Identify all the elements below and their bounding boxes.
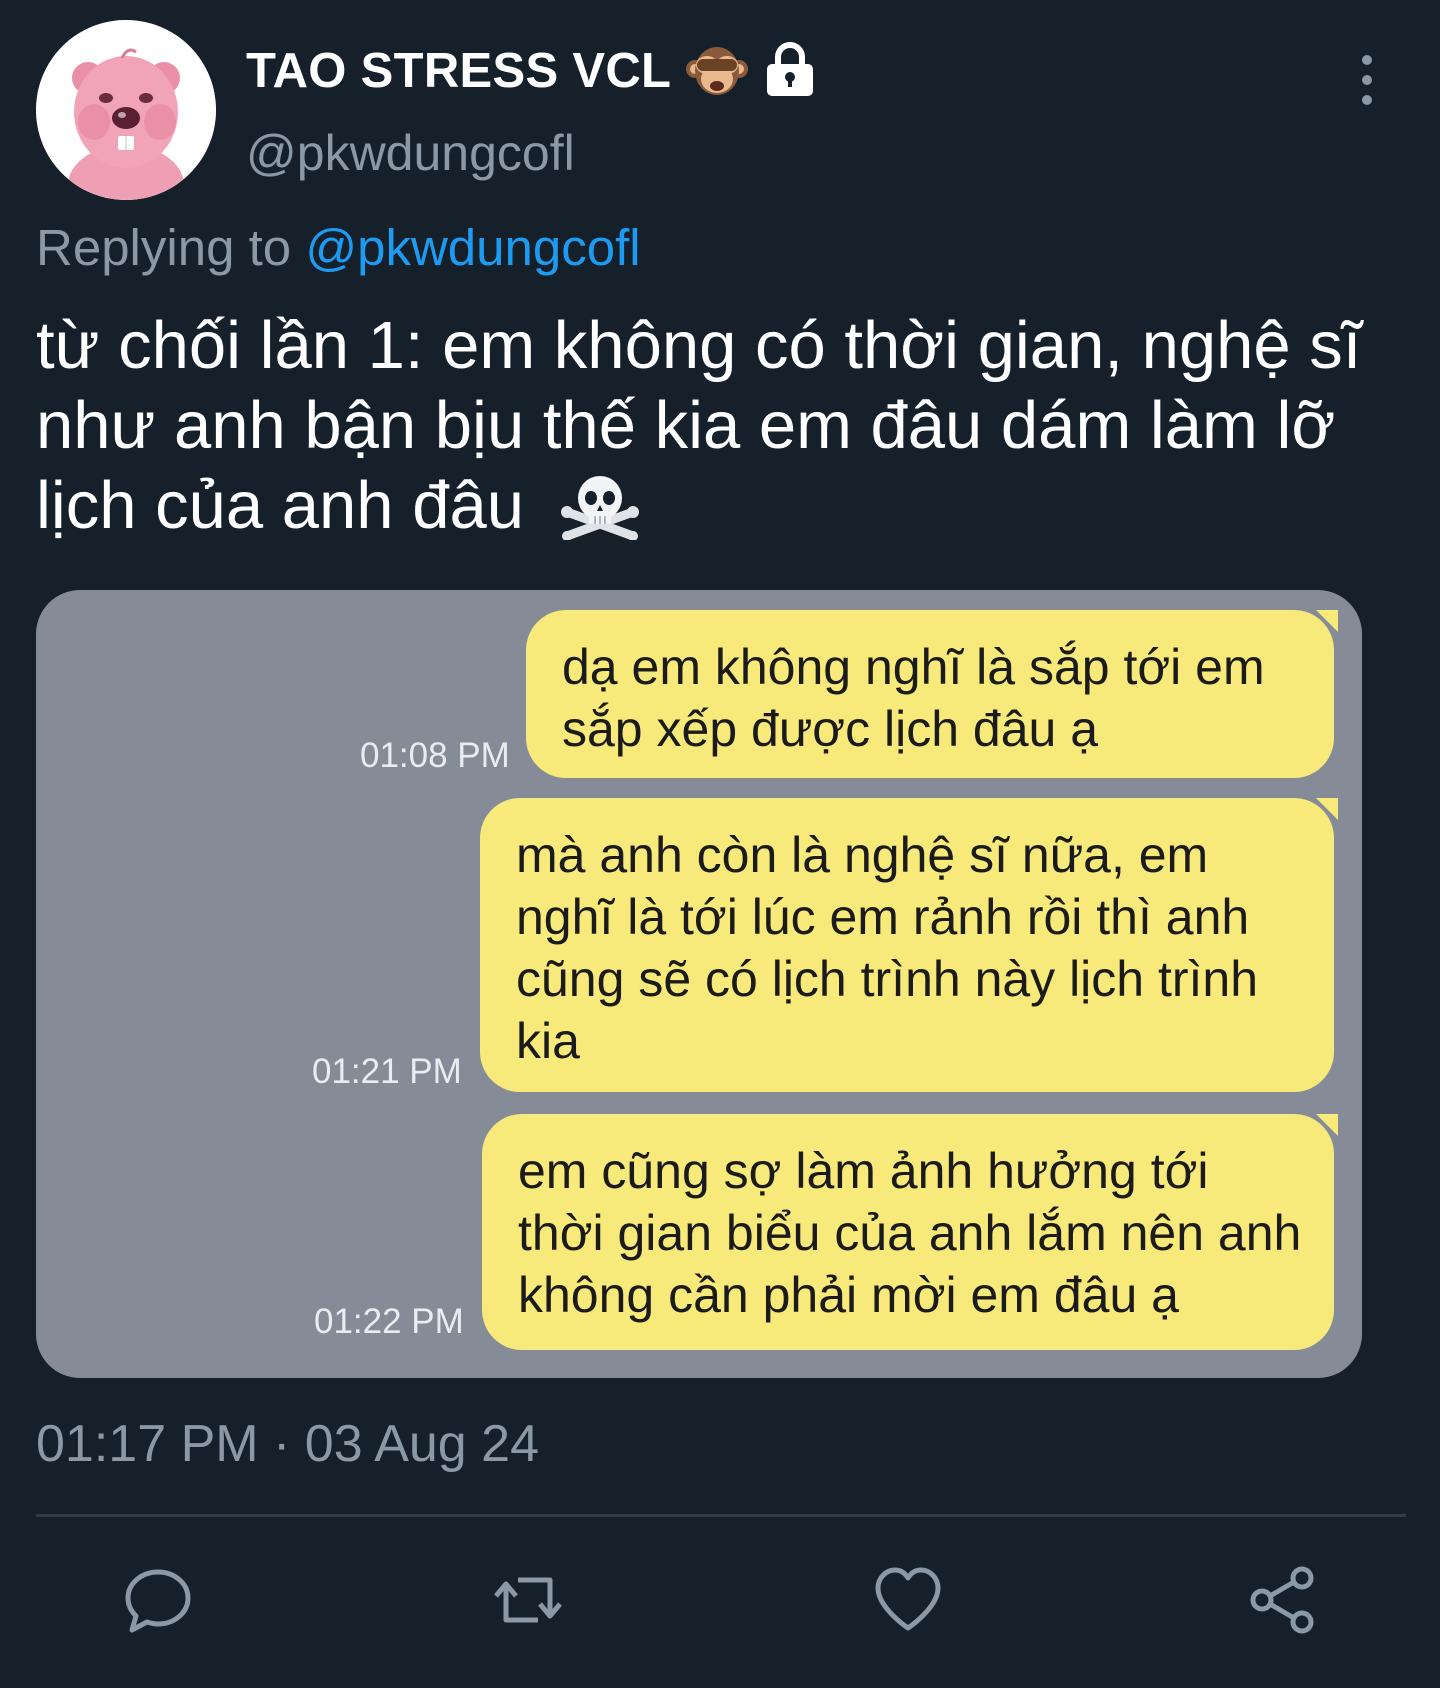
share-icon [1250, 1566, 1314, 1634]
reply-button[interactable] [118, 1560, 198, 1640]
replying-to: Replying to @pkwdungcofl [36, 218, 641, 277]
beaver-avatar-icon [36, 20, 216, 200]
user-handle[interactable]: @pkwdungcofl [246, 124, 575, 182]
message-time: 01:21 PM [312, 1052, 462, 1091]
divider [36, 1514, 1406, 1517]
reply-mention-link[interactable]: @pkwdungcofl [305, 219, 640, 276]
tweet-text: từ chối lần 1: em không có thời gian, ng… [36, 306, 1396, 546]
chat-bubble: mà anh còn là nghệ sĩ nữa, em nghĩ là tớ… [480, 798, 1338, 1092]
chat-bubble: dạ em không nghĩ là sắp tới em sắp xếp đ… [526, 610, 1338, 778]
reply-icon [125, 1569, 191, 1633]
like-icon [875, 1567, 941, 1631]
retweet-icon [494, 1577, 562, 1623]
like-button[interactable] [868, 1560, 948, 1640]
avatar[interactable] [36, 20, 216, 200]
lock-icon [767, 42, 814, 96]
see-no-evil-monkey-icon [686, 47, 749, 95]
share-button[interactable] [1242, 1560, 1322, 1640]
message-time: 01:08 PM [360, 736, 510, 775]
more-options-icon[interactable] [1352, 52, 1382, 108]
skull-and-crossbones-icon [560, 476, 639, 540]
retweet-button[interactable] [488, 1560, 568, 1640]
replying-to-label: Replying to [36, 219, 292, 276]
tweet-media-image[interactable]: 01:08 PM dạ em không nghĩ là sắp tới em … [36, 590, 1362, 1378]
user-display-name[interactable]: TAO STRESS VCL [246, 38, 817, 104]
chat-bubble: em cũng sợ làm ảnh hưởng tới thời gian b… [482, 1114, 1338, 1350]
display-name-text: TAO STRESS VCL [246, 44, 672, 98]
message-time: 01:22 PM [314, 1302, 464, 1341]
tweet-body: từ chối lần 1: em không có thời gian, ng… [36, 308, 1362, 543]
tweet-timestamp[interactable]: 01:17 PM · 03 Aug 24 [36, 1414, 539, 1474]
